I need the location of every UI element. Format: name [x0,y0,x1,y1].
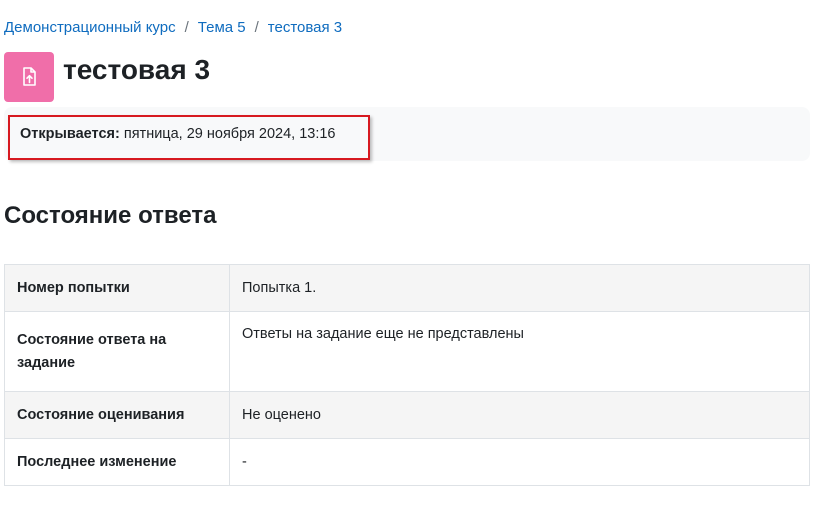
breadcrumb: Демонстрационный курс / Тема 5 / тестова… [4,18,342,38]
assignment-upload-icon [4,52,54,102]
opens-label: Открывается: [20,126,120,142]
breadcrumb-separator: / [184,19,189,36]
breadcrumb-separator: / [254,19,259,36]
submission-status-table: Номер попытки Попытка 1. Состояние ответ… [4,264,810,486]
table-row: Состояние оценивания Не оценено [4,391,810,439]
attempt-number-label: Номер попытки [4,264,230,312]
breadcrumb-section[interactable]: Тема 5 [198,18,246,38]
breadcrumb-activity[interactable]: тестовая 3 [268,18,342,38]
breadcrumb-course[interactable]: Демонстрационный курс [4,18,176,38]
submission-status-label: Состояние ответа на задание [4,311,230,392]
submission-status-value: Ответы на задание еще не представлены [229,311,810,392]
table-row: Последнее изменение - [4,438,810,486]
attempt-number-value: Попытка 1. [229,264,810,312]
grading-status-label: Состояние оценивания [4,391,230,439]
opens-value: пятница, 29 ноября 2024, 13:16 [123,126,336,142]
page-title: тестовая 3 [63,54,211,85]
last-modified-label: Последнее изменение [4,438,230,486]
opens-date: Открывается: пятница, 29 ноября 2024, 13… [20,125,336,143]
grading-status-value: Не оценено [229,391,810,439]
last-modified-value: - [229,438,810,486]
table-row: Состояние ответа на задание Ответы на за… [4,311,810,392]
submission-status-heading: Состояние ответа [4,202,217,229]
table-row: Номер попытки Попытка 1. [4,264,810,312]
assignment-page: Демонстрационный курс / Тема 5 / тестова… [0,0,829,517]
